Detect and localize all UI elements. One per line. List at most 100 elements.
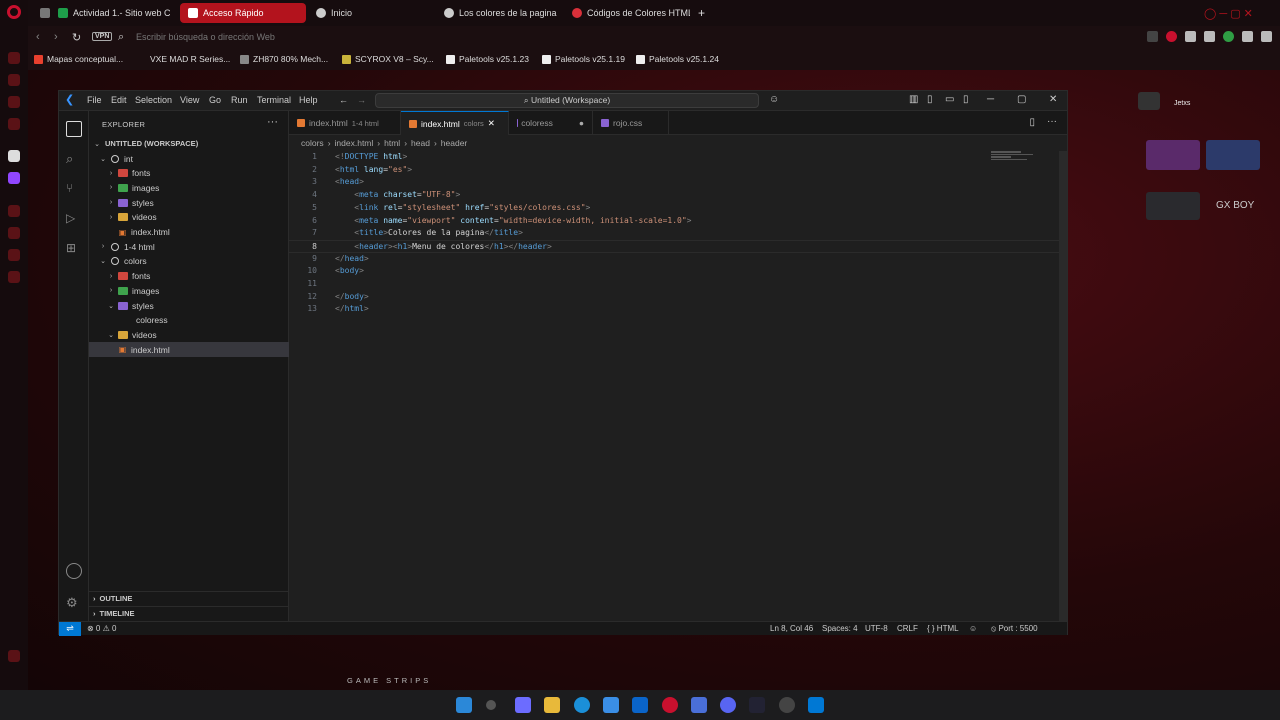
menu-selection[interactable]: Selection [135,95,172,105]
tree-folder-item[interactable]: ⌄ int [89,151,289,166]
sidebar-twitch-icon[interactable] [8,172,20,184]
breadcrumb-item[interactable]: index.html [335,138,374,148]
app-icon[interactable] [691,697,707,713]
tree-folder-item[interactable]: › fonts [89,166,289,181]
menu-terminal[interactable]: Terminal [257,95,291,105]
menu-help[interactable]: Help [299,95,318,105]
breadcrumb-item[interactable]: head [411,138,430,148]
forward-icon[interactable]: › [54,31,58,43]
outline-section[interactable]: › OUTLINE [89,591,289,605]
tree-folder-item[interactable]: ⌄ styles [89,298,289,313]
tree-file-item[interactable]: ▣ index.html [89,225,289,240]
tree-file-item[interactable]: ▣ index.html [89,342,289,358]
code-line[interactable]: 5 <link rel="stylesheet" href="styles/co… [289,202,1067,215]
sidebar-bookmark-icon[interactable] [8,52,20,64]
bookmark-item[interactable]: Paletools v25.1.24 [636,54,719,64]
code-line[interactable]: 2 <html lang="es"> [289,164,1067,177]
window-controls[interactable]: ◯ ─ ▢ ✕ [1196,3,1276,23]
indentation-status[interactable]: Spaces: 4 [822,624,858,633]
adblock-icon[interactable] [1166,31,1177,42]
explorer-icon[interactable] [66,121,82,137]
extensions-icon[interactable] [1185,31,1196,42]
sidebar-app-icon[interactable] [8,227,20,239]
store-icon[interactable] [603,697,619,713]
sidebar-app-icon[interactable] [8,96,20,108]
nav-back-icon[interactable]: ← [339,95,348,105]
browser-tab[interactable]: Actividad 1.- Sitio web Co [50,3,170,23]
search-icon[interactable] [486,700,496,710]
minimize-button[interactable]: ─ [987,94,994,105]
code-line[interactable]: 12 </body> [289,291,1067,304]
source-control-icon[interactable]: ⑂ [66,181,82,197]
nav-forward-icon[interactable]: → [357,95,366,105]
opera-icon[interactable] [662,697,678,713]
workspace-root[interactable]: ⌄ UNTITLED (WORKSPACE) [89,136,289,151]
copilot-status-icon[interactable]: ☺ [969,624,977,633]
reload-icon[interactable]: ↻ [72,31,81,44]
file-explorer-icon[interactable] [544,697,560,713]
tree-folder-item[interactable]: › images [89,283,289,298]
extensions-icon[interactable]: ⊞ [66,241,82,257]
tree-folder-item[interactable]: › 1-4 html [89,239,289,254]
code-line[interactable]: 10 <body> [289,265,1067,278]
remote-icon[interactable]: ⇌ [59,622,81,636]
browser-tab-active[interactable]: Acceso Rápido [180,3,306,23]
new-tab-button[interactable]: + [690,3,710,23]
toggle-panel-icon[interactable]: ▭ [945,94,954,105]
extensions-icon[interactable] [1204,31,1215,42]
code-line[interactable]: 7 <title>Colores de la pagina</title> [289,227,1067,240]
menu-go[interactable]: Go [209,95,221,105]
code-line[interactable]: 13 </html> [289,303,1067,316]
breadcrumb-item[interactable]: header [441,138,467,148]
code-line[interactable]: 6 <meta name="viewport" content="width=d… [289,215,1067,228]
code-line[interactable]: 3 <head> [289,176,1067,189]
code-line[interactable]: 8 <header><h1>Menu de colores</h1></head… [289,239,1067,253]
menu-run[interactable]: Run [231,95,248,105]
tree-folder-item[interactable]: ⌄ videos [89,327,289,342]
copilot-icon[interactable] [515,697,531,713]
tab-close-icon[interactable]: ✕ [488,118,495,129]
download-icon[interactable] [1242,31,1253,42]
bookmark-item[interactable]: Paletools v25.1.19 [542,54,625,64]
bookmark-item[interactable]: Mapas conceptual... [34,54,123,64]
opera-logo-icon[interactable] [7,5,21,19]
more-actions-icon[interactable]: ··· [1047,116,1057,127]
bookmark-item[interactable]: ZH870 80% Mech... [240,54,328,64]
command-center-search[interactable]: ⌕ Untitled (Workspace) [375,93,759,108]
discord-icon[interactable] [720,697,736,713]
steam-icon[interactable] [749,697,765,713]
menu-file[interactable]: File [87,95,102,105]
settings-gear-icon[interactable]: ⚙ [66,595,82,611]
unsaved-dot-icon[interactable]: ● [579,118,584,128]
bookmark-item[interactable]: VXE MAD R Series... [150,54,230,64]
editor-tab[interactable]: index.html 1-4 html [289,111,401,135]
account-icon[interactable] [66,563,82,579]
maximize-button[interactable]: ▢ [1017,94,1026,105]
browser-tab[interactable]: Códigos de Colores HTML [564,3,690,23]
bookmark-item[interactable]: SCYROX V8 – Scy... [342,54,434,64]
menu-edit[interactable]: Edit [111,95,127,105]
tree-file-item[interactable]: coloress [89,313,289,328]
tree-folder-item[interactable]: › fonts [89,269,289,284]
sidebar-history-icon[interactable] [8,205,20,217]
code-line[interactable]: 4 <meta charset="UTF-8"> [289,189,1067,202]
sidebar-app-icon[interactable] [8,74,20,86]
vscode-icon[interactable] [808,697,824,713]
profile-avatar[interactable] [1223,31,1234,42]
app-icon[interactable] [779,697,795,713]
encoding-status[interactable]: UTF-8 [865,624,888,633]
code-line[interactable]: 9 </head> [289,253,1067,266]
copilot-icon[interactable]: ☺ [769,94,779,105]
sidebar-more-icon[interactable] [8,650,20,662]
sidebar-settings-icon[interactable] [8,271,20,283]
layout-icon[interactable]: ▥ [909,94,918,105]
editor-tab[interactable]: rojo.css [593,111,669,135]
tree-folder-item[interactable]: ⌄ colors [89,254,289,269]
tree-folder-item[interactable]: › styles [89,195,289,210]
edge-icon[interactable] [574,697,590,713]
cursor-position[interactable]: Ln 8, Col 46 [770,624,813,633]
language-mode[interactable]: { } HTML [927,624,959,633]
problems-status[interactable]: ⊗ 0 ⚠ 0 [87,624,116,633]
code-line[interactable]: 1 <!DOCTYPE html> [289,151,1067,164]
timeline-section[interactable]: › TIMELINE [89,606,289,620]
